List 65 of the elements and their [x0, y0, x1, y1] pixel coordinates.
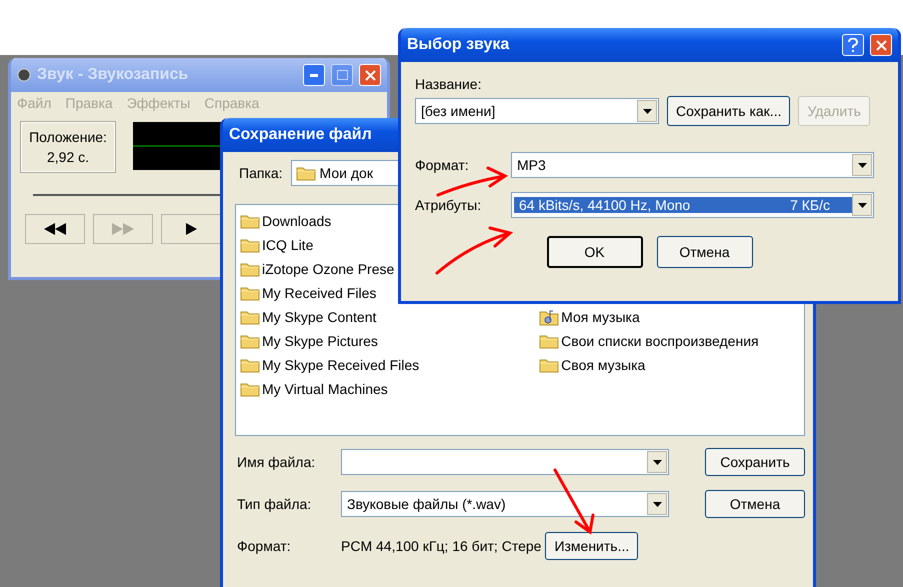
dropdown-button[interactable]: [852, 194, 872, 216]
folder-item[interactable]: My Skype Received Files: [240, 353, 420, 377]
folder-icon: [240, 285, 260, 301]
help-button[interactable]: [842, 34, 864, 56]
play-icon: [186, 223, 196, 235]
fast-forward-icon: [112, 223, 134, 235]
folder-icon: [240, 381, 260, 397]
window-title: Выбор звука: [407, 36, 510, 54]
help-icon: [848, 38, 858, 52]
dropdown-button[interactable]: [637, 100, 657, 122]
file-type-label: Тип файла:: [237, 496, 312, 512]
folder-icon: [240, 261, 260, 277]
file-type-dropdown[interactable]: Звуковые файлы (*.wav): [341, 491, 669, 517]
window-title: Сохранение файл: [229, 126, 373, 144]
folder-icon: [240, 333, 260, 349]
save-as-button[interactable]: Сохранить как...: [667, 96, 790, 126]
save-button[interactable]: Сохранить: [705, 448, 805, 476]
cancel-button[interactable]: Отмена: [656, 236, 752, 268]
folder-item[interactable]: Своя музыка: [539, 353, 759, 377]
ok-button[interactable]: OK: [546, 236, 642, 268]
folder-icon: [240, 357, 260, 373]
name-dropdown[interactable]: [без имени]: [415, 98, 659, 124]
close-icon: [364, 70, 376, 80]
folder-icon: [240, 213, 260, 229]
change-button[interactable]: Изменить...: [545, 532, 638, 560]
dropdown-button[interactable]: [647, 451, 667, 473]
folder-item[interactable]: My Virtual Machines: [240, 377, 420, 401]
caret-icon: [858, 202, 866, 208]
music-folder-icon: [539, 308, 560, 326]
folder-icon: [240, 309, 260, 325]
folder-icon: [539, 333, 560, 349]
folder-item[interactable]: Свои списки воспроизведения: [539, 329, 759, 353]
name-label: Название:: [415, 76, 482, 92]
folder-icon: [296, 165, 316, 181]
dropdown-button[interactable]: [852, 154, 872, 176]
folder-icon: [539, 357, 560, 373]
cancel-button[interactable]: Отмена: [705, 490, 805, 518]
folder-item[interactable]: My Skype Content: [240, 305, 420, 329]
position-label: Положение:: [29, 129, 107, 145]
annotation-arrow: [554, 468, 594, 534]
format-label: Формат:: [415, 157, 470, 173]
folder-label: Папка:: [239, 165, 283, 181]
attributes-dropdown[interactable]: 64 kBits/s, 44100 Hz, Mono 7 КБ/с: [511, 192, 874, 218]
dropdown-button[interactable]: [647, 493, 667, 515]
close-icon: [876, 40, 886, 50]
rewind-icon: [44, 223, 66, 235]
caret-icon: [652, 502, 662, 506]
caret-icon: [642, 108, 652, 114]
folder-item[interactable]: Моя музыка: [539, 305, 759, 329]
caret-icon: [858, 162, 866, 168]
folder-icon: [240, 237, 260, 253]
minimize-icon: [310, 74, 318, 76]
file-name-field[interactable]: [341, 449, 669, 475]
position-value: 2,92 с.: [46, 149, 90, 165]
folder-item[interactable]: My Skype Pictures: [240, 329, 420, 353]
window-title: Звук - Звукозапись: [37, 66, 190, 84]
format-label: Формат:: [237, 538, 292, 554]
maximize-icon: [336, 70, 348, 80]
format-value: PCM 44,100 кГц; 16 бит; Стере: [341, 538, 542, 554]
format-dropdown[interactable]: MP3: [511, 152, 874, 178]
attributes-label: Атрибуты:: [415, 197, 482, 213]
speaker-icon: [17, 68, 31, 82]
file-name-label: Имя файла:: [237, 454, 316, 470]
close-button[interactable]: [870, 34, 892, 56]
caret-icon: [652, 460, 662, 464]
